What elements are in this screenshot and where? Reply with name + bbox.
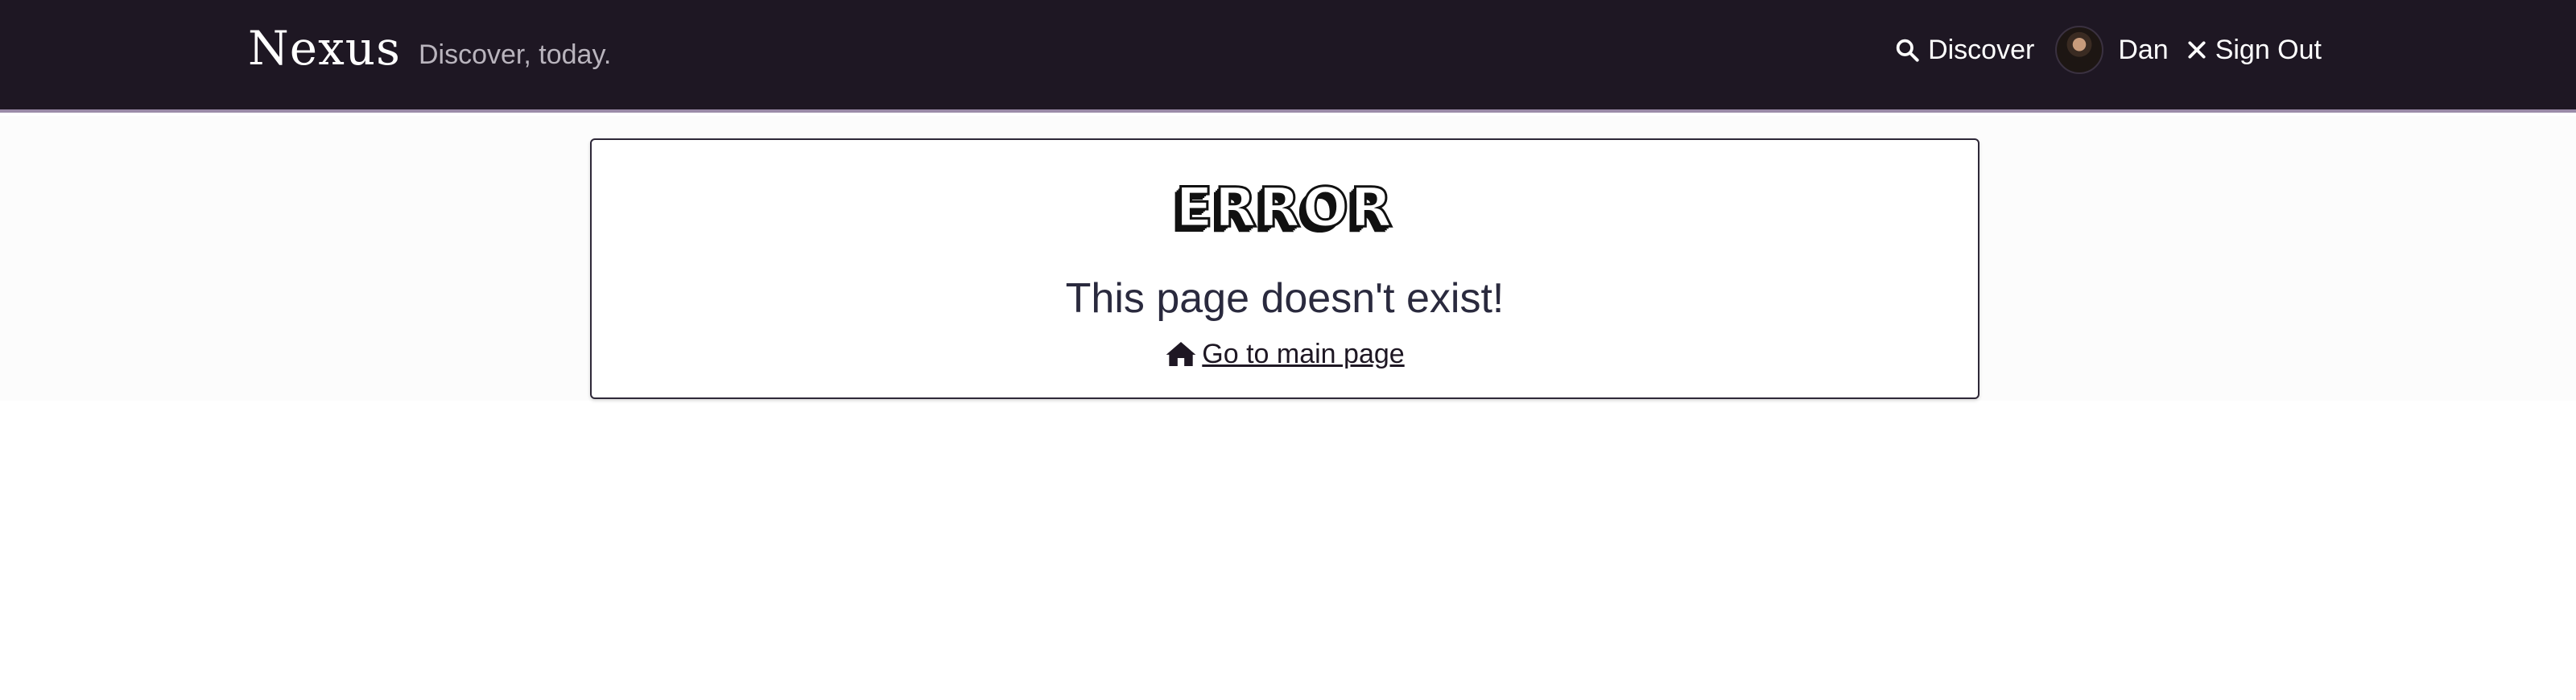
avatar[interactable] bbox=[2055, 26, 2104, 74]
discover-link[interactable]: Discover bbox=[1894, 35, 2034, 66]
search-icon bbox=[1894, 37, 1920, 63]
error-title: ERROR bbox=[1174, 175, 1394, 241]
user-name[interactable]: Dan bbox=[2118, 35, 2168, 66]
brand-logo[interactable]: Nexus bbox=[248, 18, 401, 79]
error-card: ERROR This page doesn't exist! Go to mai… bbox=[590, 138, 1979, 399]
signout-link[interactable]: Sign Out bbox=[2186, 35, 2322, 66]
close-icon bbox=[2186, 39, 2207, 60]
signout-label: Sign Out bbox=[2215, 34, 2322, 65]
home-link[interactable]: Go to main page bbox=[1165, 335, 1405, 373]
home-icon bbox=[1165, 340, 1197, 368]
discover-label: Discover bbox=[1928, 34, 2035, 65]
error-message: This page doesn't exist! bbox=[1065, 275, 1505, 322]
tagline: Discover, today. bbox=[419, 39, 612, 70]
home-link-label: Go to main page bbox=[1202, 339, 1405, 369]
home-link-container: Go to main page bbox=[592, 335, 1978, 378]
navbar: Nexus Discover, today. Discover Dan Sign… bbox=[0, 0, 2576, 113]
nav-right: Discover Dan Sign Out bbox=[1894, 23, 2322, 77]
